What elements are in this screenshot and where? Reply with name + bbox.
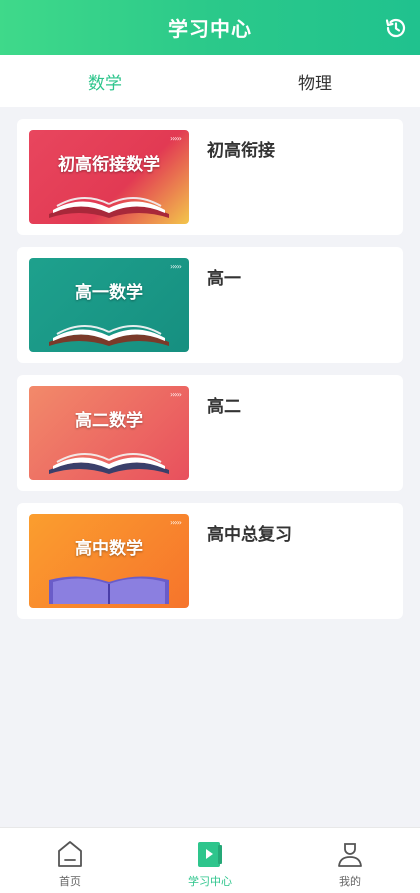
course-cover: ››››› 高中数学 <box>29 514 189 608</box>
tab-physics[interactable]: 物理 <box>210 55 420 107</box>
nav-study-center-label: 学习中心 <box>188 875 232 888</box>
arrows-decoration: ››››› <box>170 390 182 399</box>
cover-title: 高中数学 <box>75 539 143 559</box>
bottom-navigation: 首页 学习中心 我的 <box>0 827 420 893</box>
course-card-bridge[interactable]: ››››› 初高衔接数学 初高衔接 <box>17 119 403 235</box>
study-icon <box>198 842 222 867</box>
course-cover: ››››› 高二数学 <box>29 386 189 480</box>
subject-tabs: 数学 物理 <box>0 55 420 107</box>
arrows-decoration: ››››› <box>170 134 182 143</box>
profile-icon <box>338 843 362 867</box>
cover-title: 高一数学 <box>75 283 143 303</box>
course-card-grade10[interactable]: ››››› 高一数学 高一 <box>17 247 403 363</box>
course-cover: ››››› 初高衔接数学 <box>29 130 189 224</box>
arrows-decoration: ››››› <box>170 518 182 527</box>
app-header: 学习中心 <box>0 0 420 55</box>
course-list: ››››› 初高衔接数学 初高衔接 ››››› 高一数学 高一 ››››› 高二… <box>17 119 403 631</box>
open-book-icon <box>49 453 169 474</box>
course-name: 初高衔接 <box>207 141 275 161</box>
cover-title: 初高衔接数学 <box>58 155 160 175</box>
tab-math[interactable]: 数学 <box>0 55 210 107</box>
open-book-icon <box>49 576 169 604</box>
history-icon[interactable] <box>384 16 408 40</box>
nav-study-center[interactable]: 学习中心 <box>140 828 280 893</box>
course-name: 高二 <box>207 397 241 417</box>
course-name: 高中总复习 <box>207 525 292 545</box>
open-book-icon <box>49 197 169 218</box>
nav-profile[interactable]: 我的 <box>280 828 420 893</box>
open-book-icon <box>49 325 169 346</box>
page-title: 学习中心 <box>168 17 252 41</box>
course-card-review[interactable]: ››››› 高中数学 高中总复习 <box>17 503 403 619</box>
nav-profile-label: 我的 <box>339 875 361 888</box>
home-icon <box>58 841 82 867</box>
arrows-decoration: ››››› <box>170 262 182 271</box>
course-cover: ››››› 高一数学 <box>29 258 189 352</box>
course-name: 高一 <box>207 269 241 289</box>
course-card-grade11[interactable]: ››››› 高二数学 高二 <box>17 375 403 491</box>
nav-home[interactable]: 首页 <box>0 828 140 893</box>
cover-title: 高二数学 <box>75 411 143 431</box>
nav-home-label: 首页 <box>59 875 81 888</box>
